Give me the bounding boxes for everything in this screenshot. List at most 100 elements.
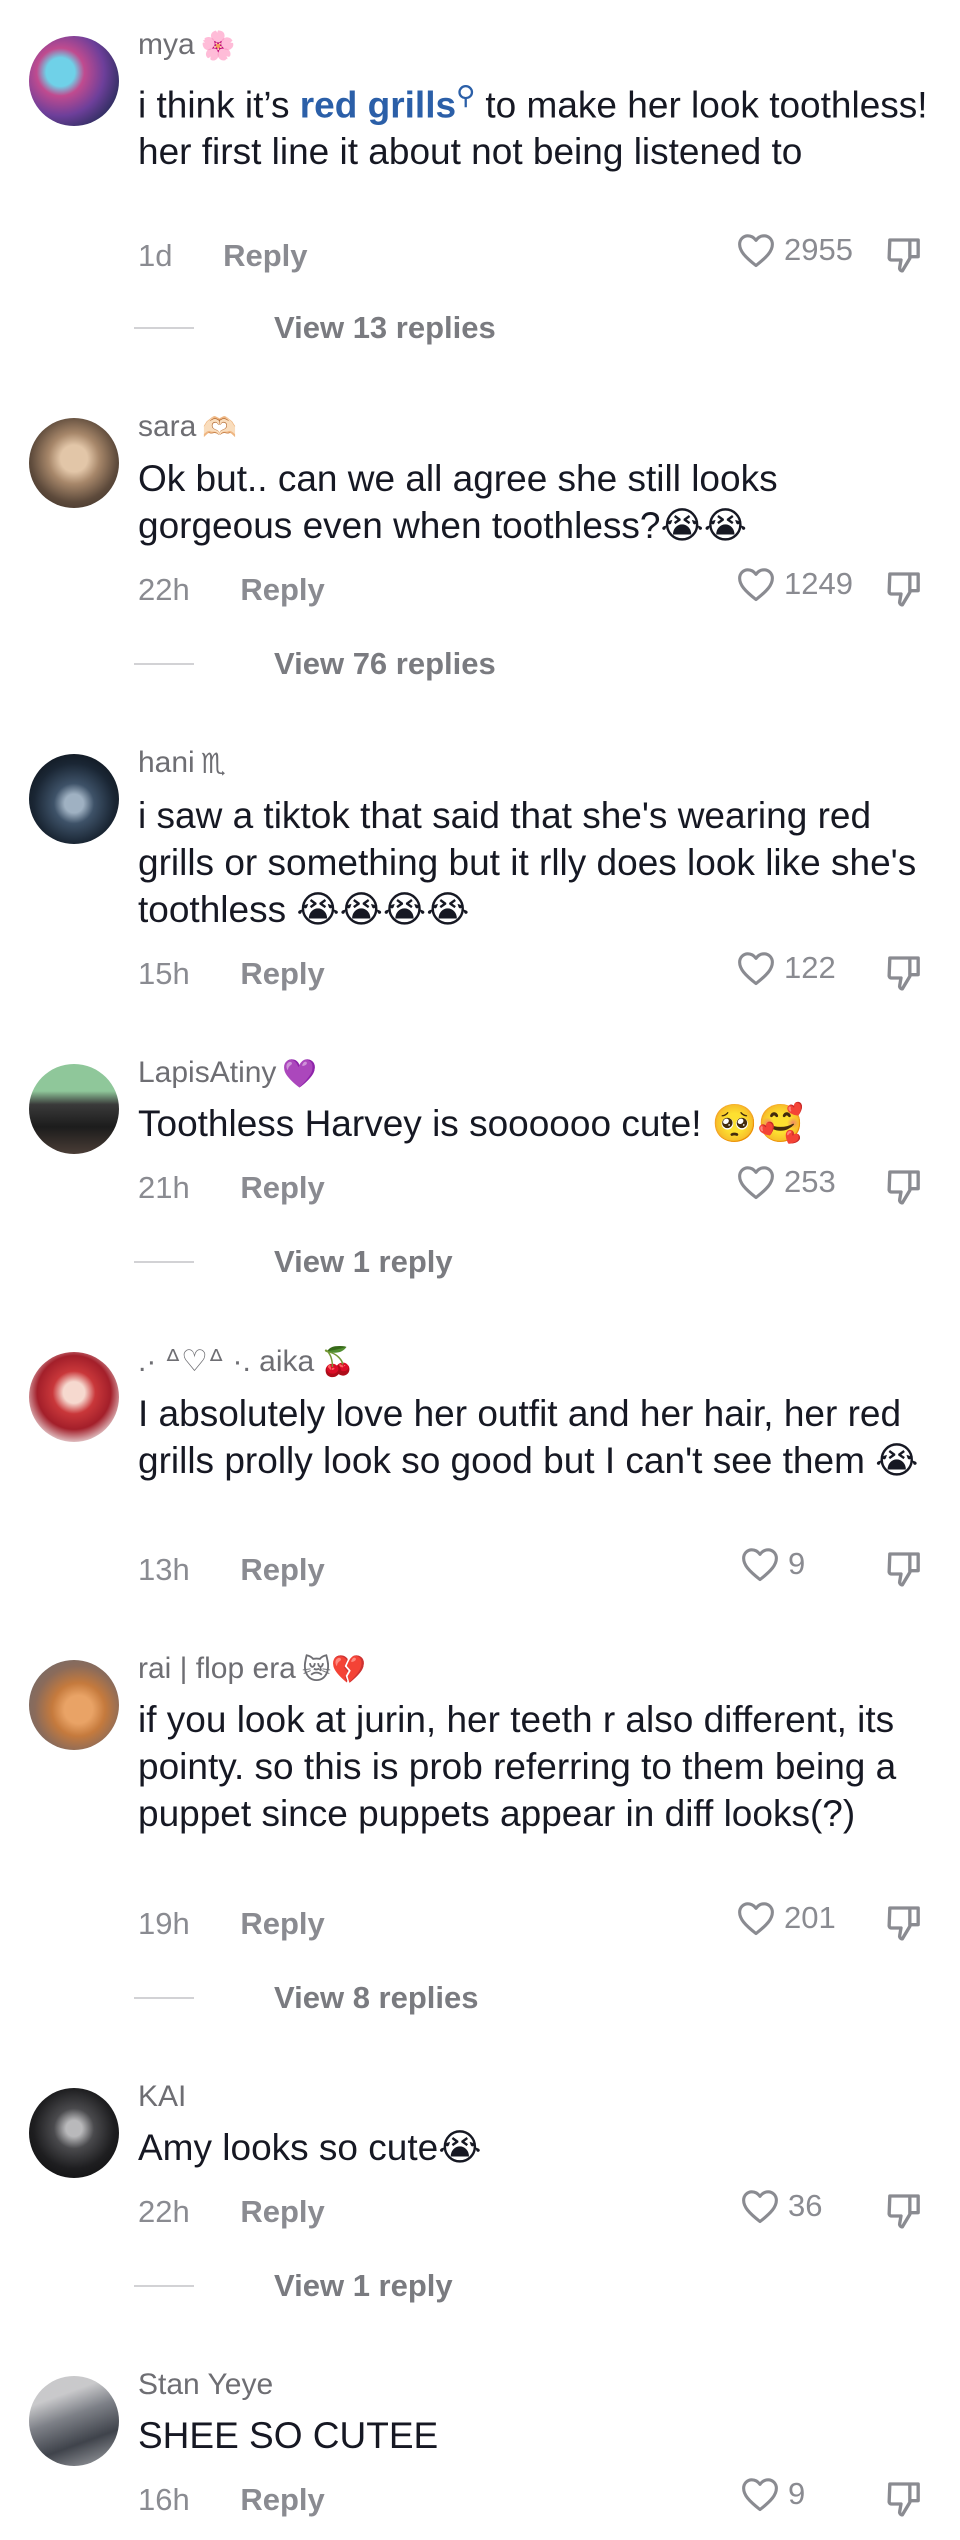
view-replies-button[interactable]: View 1 reply [134,1244,453,1280]
username-emoji: 🍒 [320,1345,356,1378]
like-count: 122 [784,950,836,985]
thumbs-down-icon[interactable] [884,953,924,993]
divider [134,1997,194,1999]
comment-meta: 22h Reply [138,572,325,608]
reply-button[interactable]: Reply [240,572,324,607]
view-replies-button[interactable]: View 8 replies [134,1980,479,2016]
view-replies-button[interactable]: View 13 replies [134,310,496,346]
username[interactable]: sara [138,410,196,444]
username-row[interactable]: KAI [138,2080,186,2114]
comment-meta: 16h Reply [138,2482,325,2518]
username-row[interactable]: LapisAtiny 💜 [138,1056,317,1090]
view-replies-label[interactable]: View 13 replies [274,310,496,346]
comment-text: I absolutely love her outfit and her hai… [138,1393,919,1481]
search-icon[interactable]: ⚲ [456,80,475,110]
username-row[interactable]: mya 🌸 [138,28,236,62]
heart-outline-icon [738,568,774,602]
username[interactable]: rai | flop era [138,1652,296,1686]
like-button[interactable]: 2955 [736,232,853,268]
avatar[interactable] [29,1660,119,1750]
comment-meta: 19h Reply [138,1906,325,1942]
avatar[interactable] [29,1352,119,1442]
username[interactable]: Stan Yeye [138,2368,273,2402]
reply-button[interactable]: Reply [240,2194,324,2229]
comment-meta: 21h Reply [138,1170,325,1206]
heart-outline-icon [738,234,774,268]
username[interactable]: LapisAtiny [138,1056,276,1090]
username-emoji: 🫶🏻 [202,410,238,444]
username[interactable]: hani [138,746,195,780]
view-replies-button[interactable]: View 76 replies [134,646,496,682]
comment-time: 13h [138,1552,190,1587]
heart-outline-icon [738,1902,774,1936]
view-replies-label[interactable]: View 76 replies [274,646,496,682]
thumbs-down-icon[interactable] [884,2479,924,2519]
username-emoji: 💜 [282,1056,318,1090]
comment-time: 22h [138,2194,190,2229]
comment-text: Amy looks so cute😭 [138,2127,482,2168]
avatar[interactable] [29,418,119,508]
comment-meta: 15h Reply [138,956,325,992]
reply-button[interactable]: Reply [240,2482,324,2517]
divider [134,1261,194,1263]
heart-outline-icon [742,1548,778,1582]
avatar[interactable] [29,1064,119,1154]
view-replies-button[interactable]: View 1 reply [134,2268,453,2304]
username-row[interactable]: Stan Yeye [138,2368,273,2402]
comment-time: 19h [138,1906,190,1941]
avatar[interactable] [29,754,119,844]
avatar[interactable] [29,36,119,126]
comment-text: i think it’s red grills⚲ to make her loo… [138,72,928,175]
comment-text: if you look at jurin, her teeth r also d… [138,1699,897,1834]
thumbs-down-icon[interactable] [884,1903,924,1943]
username[interactable]: .· ᐞ♡ᐞ ·. aika [138,1344,314,1379]
thumbs-down-icon[interactable] [884,1549,924,1589]
view-replies-label[interactable]: View 1 reply [274,1244,453,1280]
reply-button[interactable]: Reply [240,1170,324,1205]
username[interactable]: KAI [138,2080,186,2114]
reply-button[interactable]: Reply [240,1552,324,1587]
like-button[interactable]: 253 [736,1164,836,1200]
comment-meta: 13h Reply [138,1552,325,1588]
thumbs-down-icon[interactable] [884,235,924,275]
username-emoji: ♏ [200,746,226,780]
divider [134,327,194,329]
avatar[interactable] [29,2088,119,2178]
reply-button[interactable]: Reply [223,238,307,273]
like-button[interactable]: 201 [736,1900,836,1936]
comment-time: 21h [138,1170,190,1205]
reply-button[interactable]: Reply [240,1906,324,1941]
like-count: 9 [788,1546,806,1581]
like-count: 201 [784,1900,836,1935]
thumbs-down-icon[interactable] [884,1167,924,1207]
thumbs-down-icon[interactable] [884,2191,924,2231]
like-count: 1249 [784,566,853,601]
comment-time: 15h [138,956,190,991]
comment-meta: 1d Reply [138,238,308,274]
like-button[interactable]: 36 [740,2188,822,2224]
comment-time: 1d [138,238,173,273]
thumbs-down-icon[interactable] [884,569,924,609]
divider [134,663,194,665]
username-row[interactable]: hani ♏ [138,746,226,780]
heart-outline-icon [742,2190,778,2224]
reply-button[interactable]: Reply [240,956,324,991]
view-replies-label[interactable]: View 1 reply [274,2268,453,2304]
like-button[interactable]: 122 [736,950,836,986]
like-count: 253 [784,1164,836,1199]
like-button[interactable]: 1249 [736,566,853,602]
view-replies-label[interactable]: View 8 replies [274,1980,479,2016]
like-button[interactable]: 9 [740,2476,805,2512]
username-row[interactable]: sara 🫶🏻 [138,410,237,444]
search-link[interactable]: red grills [300,84,456,125]
username-row[interactable]: .· ᐞ♡ᐞ ·. aika 🍒 [138,1344,355,1379]
avatar[interactable] [29,2376,119,2466]
comment-text: i saw a tiktok that said that she's wear… [138,795,917,930]
username-emoji: 😿💔 [301,1652,366,1686]
like-button[interactable]: 9 [740,1546,805,1582]
heart-outline-icon [738,952,774,986]
username[interactable]: mya [138,28,195,62]
username-row[interactable]: rai | flop era 😿💔 [138,1652,366,1686]
heart-outline-icon [738,1166,774,1200]
username-emoji: 🌸 [200,28,236,62]
